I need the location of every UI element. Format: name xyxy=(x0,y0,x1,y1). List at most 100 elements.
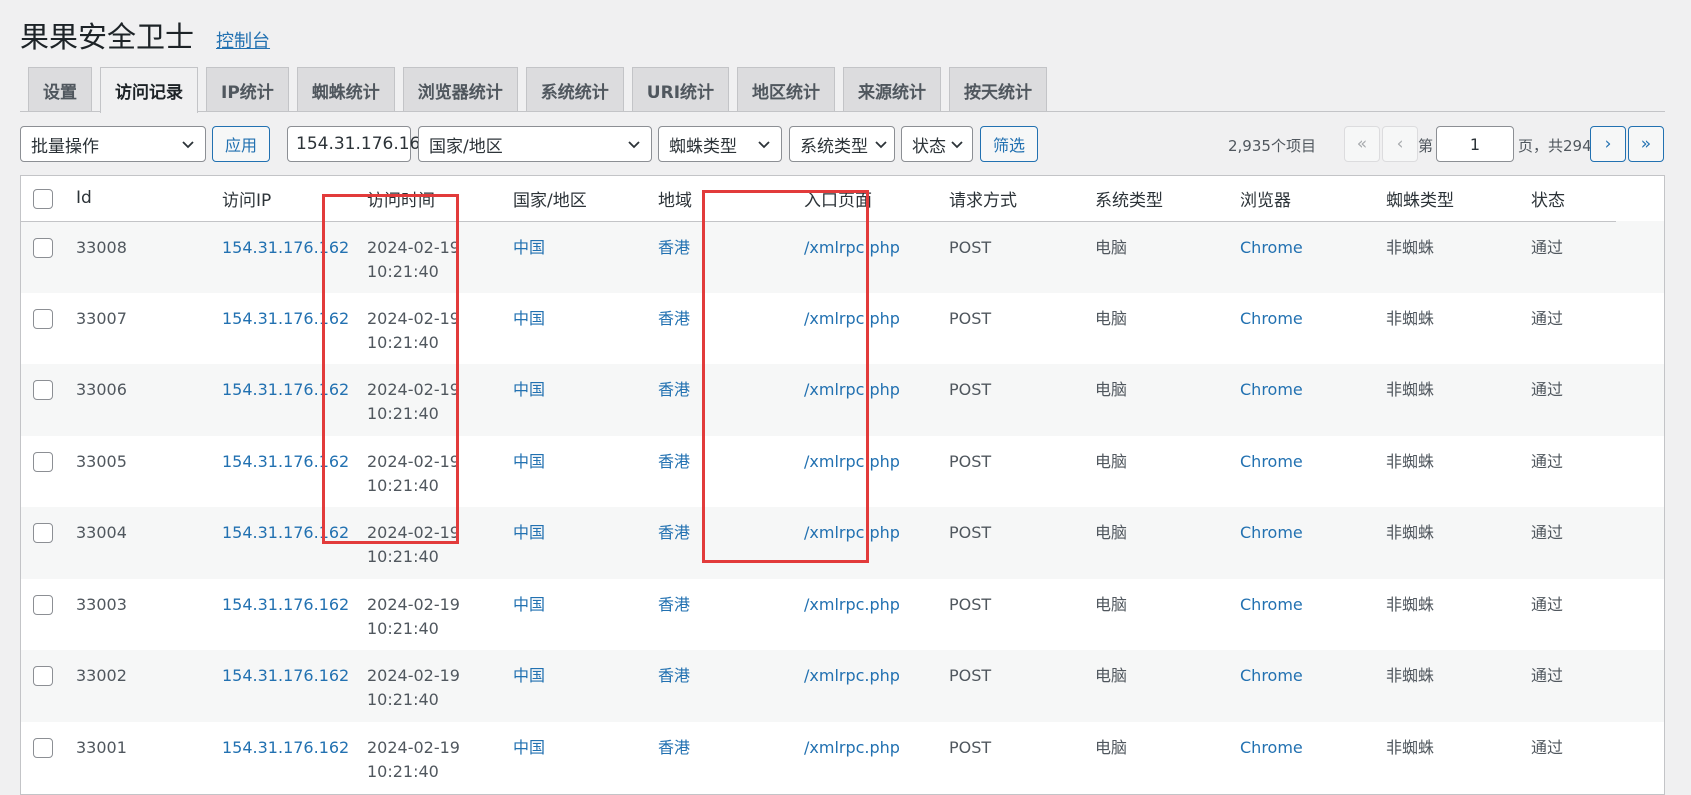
row-select-cell xyxy=(21,722,76,794)
tab-item[interactable]: 来源统计 xyxy=(843,67,942,112)
os-cell: 电脑 xyxy=(1095,451,1128,471)
tab-item[interactable]: 系统统计 xyxy=(525,67,624,112)
row-checkbox[interactable] xyxy=(33,237,53,258)
entry-page-link[interactable]: /xmlrpc.php xyxy=(804,380,900,399)
row-select-cell xyxy=(21,579,76,651)
tab-item[interactable]: 蜘蛛统计 xyxy=(296,67,395,112)
table-row: 33005 154.31.176.162 2024-02-19 10:21:40 中国 香… xyxy=(21,436,1664,508)
country-link[interactable]: 中国 xyxy=(513,666,545,685)
entry-page-link[interactable]: /xmlrpc.php xyxy=(804,595,900,614)
last-page-button[interactable]: » xyxy=(1628,126,1664,162)
ip-filter-input[interactable]: 154.31.176.162 xyxy=(287,126,431,162)
entry-page-link[interactable]: /xmlrpc.php xyxy=(804,523,900,542)
region-link[interactable]: 香港 xyxy=(658,309,690,328)
column-header[interactable]: 国家/地区 xyxy=(513,176,658,222)
tab-item[interactable]: URI统计 xyxy=(631,67,730,112)
country-link[interactable]: 中国 xyxy=(513,452,545,471)
browser-link[interactable]: Chrome xyxy=(1240,238,1303,257)
country-link[interactable]: 中国 xyxy=(513,523,545,542)
row-select-cell xyxy=(21,507,76,579)
column-header[interactable]: 地域 xyxy=(658,176,804,222)
column-header[interactable]: 蜘蛛类型 xyxy=(1386,176,1531,222)
status-select[interactable]: 状态 xyxy=(901,126,973,162)
row-checkbox[interactable] xyxy=(33,523,53,543)
tab-item[interactable]: IP统计 xyxy=(206,67,289,112)
column-header[interactable]: 状态 xyxy=(1531,176,1616,222)
total-items: 2,935个项目 xyxy=(1228,137,1316,155)
column-header[interactable]: 访问IP xyxy=(222,176,367,222)
browser-link[interactable]: Chrome xyxy=(1240,452,1303,471)
status-cell: 通过 xyxy=(1531,594,1564,614)
apply-button[interactable]: 应用 xyxy=(212,126,271,162)
method-cell: POST xyxy=(949,364,1095,436)
row-checkbox[interactable] xyxy=(33,380,53,400)
os-type-select[interactable]: 系统类型 xyxy=(789,126,895,162)
browser-link[interactable]: Chrome xyxy=(1240,380,1303,399)
ip-link[interactable]: 154.31.176.162 xyxy=(222,238,349,257)
row-checkbox[interactable] xyxy=(33,594,53,615)
ip-link[interactable]: 154.31.176.162 xyxy=(222,452,349,471)
prev-page-button[interactable]: ‹ xyxy=(1382,126,1418,162)
entry-page-link[interactable]: /xmlrpc.php xyxy=(804,666,900,685)
console-link[interactable]: 控制台 xyxy=(216,27,270,53)
row-checkbox[interactable] xyxy=(33,308,53,329)
entry-page-link[interactable]: /xmlrpc.php xyxy=(804,452,900,471)
region-link[interactable]: 香港 xyxy=(658,523,690,542)
ip-link[interactable]: 154.31.176.162 xyxy=(222,738,349,757)
browser-link[interactable]: Chrome xyxy=(1240,523,1303,542)
region-link[interactable]: 香港 xyxy=(658,452,690,471)
filter-button[interactable]: 筛选 xyxy=(980,126,1039,162)
country-link[interactable]: 中国 xyxy=(513,238,545,257)
ip-link[interactable]: 154.31.176.162 xyxy=(222,523,349,542)
ip-link[interactable]: 154.31.176.162 xyxy=(222,380,349,399)
entry-page-link[interactable]: /xmlrpc.php xyxy=(804,309,900,328)
region-link[interactable]: 香港 xyxy=(658,738,690,757)
browser-link[interactable]: Chrome xyxy=(1240,595,1303,614)
browser-link[interactable]: Chrome xyxy=(1240,309,1303,328)
current-page-input[interactable] xyxy=(1436,126,1514,162)
region-select[interactable]: 国家/地区 xyxy=(418,126,652,162)
ip-link[interactable]: 154.31.176.162 xyxy=(222,666,349,685)
row-checkbox[interactable] xyxy=(33,737,53,758)
region-link[interactable]: 香港 xyxy=(658,595,690,614)
row-checkbox[interactable] xyxy=(33,451,53,472)
tab-item[interactable]: 访问记录 xyxy=(100,67,198,113)
row-checkbox[interactable] xyxy=(33,666,53,686)
tab-bar: 设置 访问记录 IP统计 蜘蛛统计 浏览器统计 系统统计 URI统计 地区统计 来源统计 按天统计 xyxy=(28,67,1055,113)
entry-page-link[interactable]: /xmlrpc.php xyxy=(804,738,900,757)
region-link[interactable]: 香港 xyxy=(658,238,690,257)
region-link[interactable]: 香港 xyxy=(658,666,690,685)
first-page-button[interactable]: « xyxy=(1344,126,1380,162)
time-cell: 2024-02-19 10:21:40 xyxy=(367,221,513,293)
tab-item[interactable]: 设置 xyxy=(28,67,92,112)
chevron-down-icon xyxy=(951,141,963,149)
visit-time: 10:21:40 xyxy=(367,332,439,352)
column-header[interactable]: 访问时间 xyxy=(367,176,513,222)
browser-link[interactable]: Chrome xyxy=(1240,738,1303,757)
spider-type-select[interactable]: 蜘蛛类型 xyxy=(658,126,782,162)
row-select-cell xyxy=(21,436,76,508)
column-header[interactable]: 系统类型 xyxy=(1095,176,1240,222)
region-link[interactable]: 香港 xyxy=(658,380,690,399)
ip-link[interactable]: 154.31.176.162 xyxy=(222,595,349,614)
select-all-checkbox[interactable] xyxy=(33,188,53,209)
entry-page-link[interactable]: /xmlrpc.php xyxy=(804,238,900,257)
country-link[interactable]: 中国 xyxy=(513,380,545,399)
column-header[interactable]: Id xyxy=(76,176,222,222)
country-link[interactable]: 中国 xyxy=(513,595,545,614)
country-link[interactable]: 中国 xyxy=(513,309,545,328)
visit-time: 10:21:40 xyxy=(367,547,439,566)
country-link[interactable]: 中国 xyxy=(513,738,545,757)
column-header[interactable]: 浏览器 xyxy=(1240,176,1386,222)
table-row: 33008 154.31.176.162 2024-02-19 10:21:40 中国 香… xyxy=(21,221,1664,293)
browser-link[interactable]: Chrome xyxy=(1240,666,1303,685)
next-page-button[interactable]: › xyxy=(1590,126,1626,162)
tab-item[interactable]: 按天统计 xyxy=(949,67,1048,112)
tab-item[interactable]: 地区统计 xyxy=(737,67,836,112)
visit-date: 2024-02-19 xyxy=(367,523,460,542)
column-header[interactable]: 入口页面 xyxy=(804,176,949,222)
tab-item[interactable]: 浏览器统计 xyxy=(402,67,518,112)
ip-link[interactable]: 154.31.176.162 xyxy=(222,309,349,328)
bulk-action-select[interactable]: 批量操作 xyxy=(20,126,206,162)
column-header[interactable]: 请求方式 xyxy=(949,176,1095,222)
